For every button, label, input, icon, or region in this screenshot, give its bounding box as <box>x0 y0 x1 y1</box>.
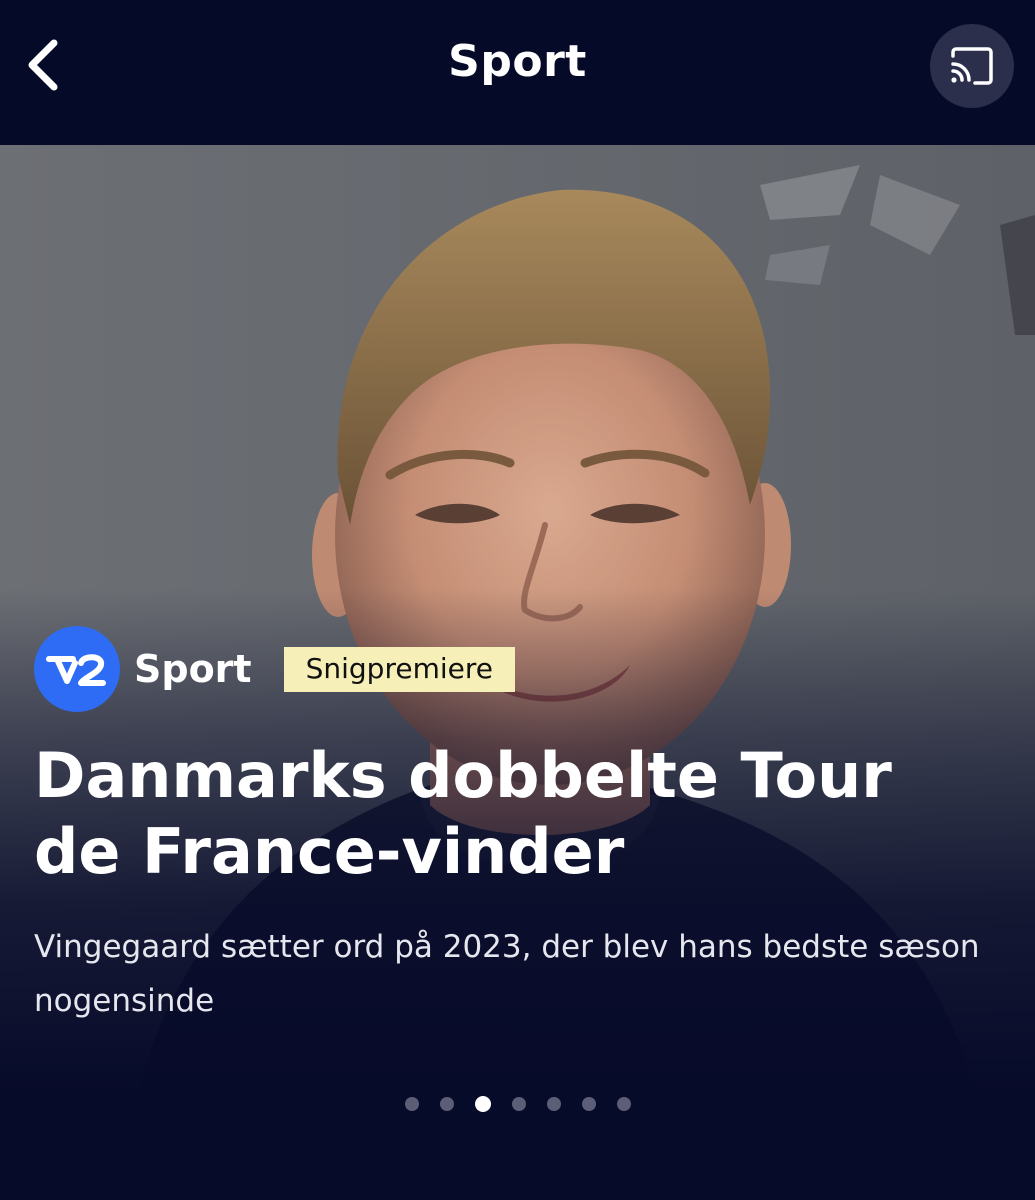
pager-dot-active[interactable] <box>474 1096 491 1112</box>
hero-banner[interactable]: Sport Snigpremiere Danmarks dobbelte Tou… <box>0 145 1035 1200</box>
top-bar: Sport <box>0 0 1035 145</box>
snigpremiere-badge: Snigpremiere <box>283 646 515 692</box>
tv2-logo <box>34 626 120 712</box>
pager-dot[interactable] <box>404 1097 419 1111</box>
hero-subtitle: Vingegaard sætter ord på 2023, der blev … <box>34 929 980 1019</box>
pager-dot[interactable] <box>511 1097 526 1111</box>
page-title: Sport <box>448 36 587 87</box>
pager-dot[interactable] <box>581 1097 596 1111</box>
cast-icon <box>951 47 993 85</box>
brand-row: Sport Snigpremiere <box>34 624 515 714</box>
cast-button[interactable] <box>930 24 1014 108</box>
pager-dot[interactable] <box>546 1097 561 1111</box>
pager-dot[interactable] <box>616 1097 631 1111</box>
pager-dot[interactable] <box>439 1097 454 1111</box>
tv2-logo-icon <box>46 654 106 686</box>
app-screen: Sport Sport Snigpremiere Danmarks dobbel… <box>0 0 1035 1200</box>
hero-headline: Danmarks dobbelte Tour de France-vinder <box>34 739 892 888</box>
brand-name: Sport <box>134 647 252 691</box>
carousel-pager <box>0 1096 1035 1112</box>
